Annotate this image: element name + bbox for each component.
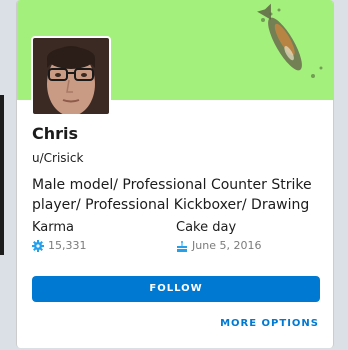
follow-button[interactable]: FOLLOW bbox=[32, 276, 320, 302]
background-page-edge bbox=[0, 95, 4, 255]
avatar[interactable] bbox=[31, 36, 111, 116]
karma-value: 15,331 bbox=[48, 239, 87, 252]
cake-day-value: June 5, 2016 bbox=[192, 239, 262, 252]
karma-gear-icon bbox=[32, 239, 44, 252]
profile-display-name: Chris bbox=[32, 124, 79, 143]
karma-stat: Karma 15,331 bbox=[32, 220, 87, 252]
cake-day-stat: Cake day June 5, 2016 bbox=[176, 220, 261, 252]
cake-icon bbox=[176, 240, 188, 252]
cake-day-label: Cake day bbox=[176, 220, 237, 235]
karma-label: Karma bbox=[32, 220, 75, 235]
more-options-button[interactable]: MORE OPTIONS bbox=[220, 318, 319, 329]
profile-card: Chris u/Crisick Male model/ Professional… bbox=[16, 0, 334, 348]
avatar-portrait-image bbox=[33, 38, 109, 114]
profile-username[interactable]: u/Crisick bbox=[32, 151, 83, 165]
profile-bio: Male model/ Professional Counter Strike … bbox=[32, 177, 312, 213]
